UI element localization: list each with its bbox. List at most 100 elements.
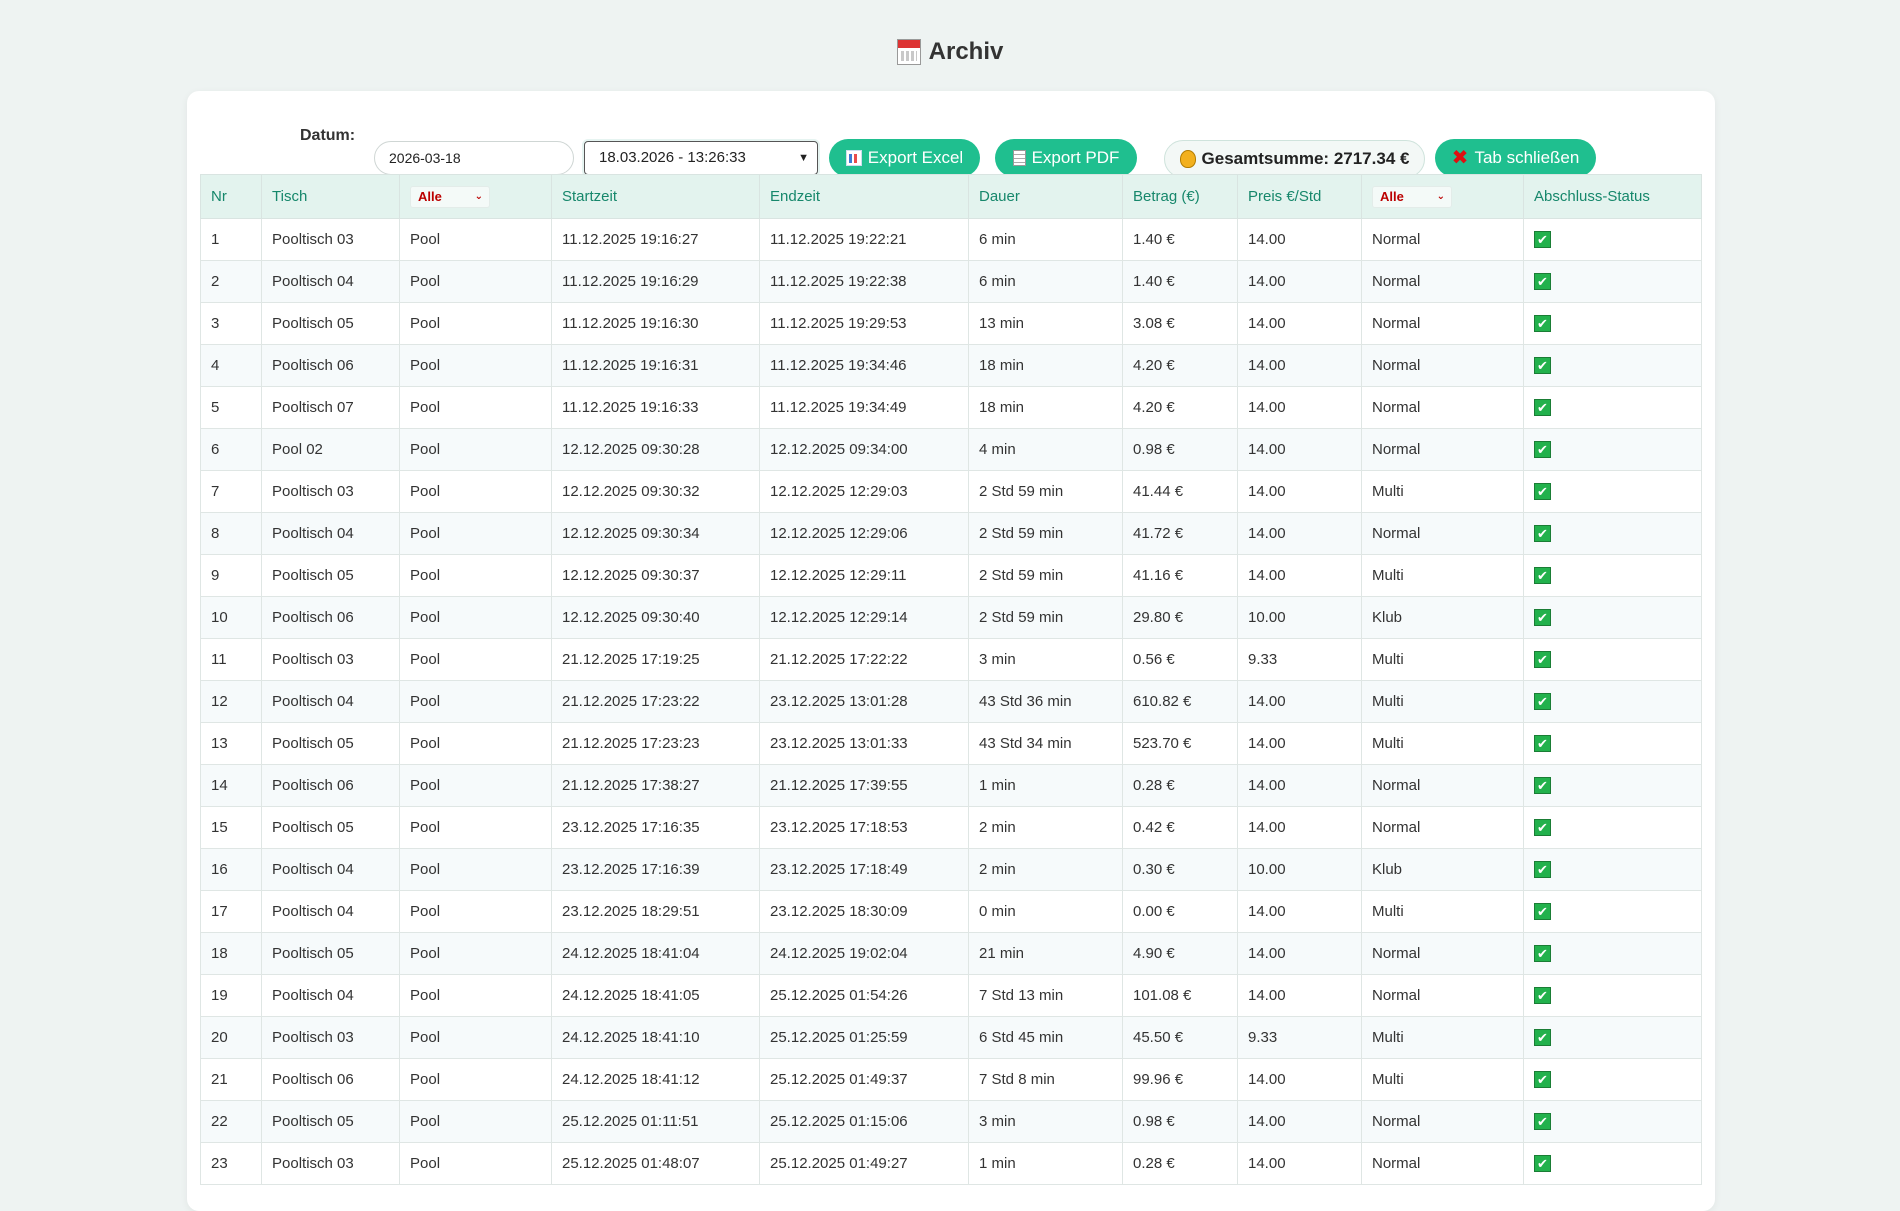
cell-tisch: Pooltisch 04 [261, 260, 400, 303]
cell-typ: Pool [399, 596, 552, 639]
cell-typ: Pool [399, 554, 552, 597]
header-abschluss-status[interactable]: Abschluss-Status [1523, 174, 1702, 219]
cell-nr: 21 [200, 1058, 262, 1101]
checkmark-icon: ✔ [1534, 273, 1551, 290]
cell-modus: Normal [1361, 302, 1524, 345]
cell-abschluss-status: ✔ [1523, 344, 1702, 387]
checkmark-icon: ✔ [1534, 525, 1551, 542]
checkmark-icon: ✔ [1534, 987, 1551, 1004]
cell-nr: 10 [200, 596, 262, 639]
checkmark-icon: ✔ [1534, 567, 1551, 584]
cell-startzeit: 12.12.2025 09:30:34 [551, 512, 760, 555]
cell-startzeit: 23.12.2025 18:29:51 [551, 890, 760, 933]
table-row[interactable]: 2 Pooltisch 04 Pool 11.12.2025 19:16:29 11.1… [200, 260, 1702, 303]
cell-nr: 20 [200, 1016, 262, 1059]
cell-nr: 7 [200, 470, 262, 513]
cell-abschluss-status: ✔ [1523, 1016, 1702, 1059]
cell-startzeit: 23.12.2025 17:16:39 [551, 848, 760, 891]
table-row[interactable]: 15 Pooltisch 05 Pool 23.12.2025 17:16:35 23.… [200, 806, 1702, 849]
cell-betrag: 3.08 € [1122, 302, 1238, 345]
header-mode-filter: Alle ⌄ [1361, 174, 1524, 219]
checkmark-icon: ✔ [1534, 861, 1551, 878]
table-row[interactable]: 12 Pooltisch 04 Pool 21.12.2025 17:23:22 23.… [200, 680, 1702, 723]
session-select-value: 18.03.2026 - 13:26:33 [599, 149, 746, 166]
table-row[interactable]: 11 Pooltisch 03 Pool 21.12.2025 17:19:25 21.… [200, 638, 1702, 681]
session-select[interactable]: 18.03.2026 - 13:26:33 ▼ [584, 141, 818, 175]
cell-startzeit: 23.12.2025 17:16:35 [551, 806, 760, 849]
table-row[interactable]: 4 Pooltisch 06 Pool 11.12.2025 19:16:31 11.1… [200, 344, 1702, 387]
table-row[interactable]: 7 Pooltisch 03 Pool 12.12.2025 09:30:32 12.1… [200, 470, 1702, 513]
cell-endzeit: 12.12.2025 12:29:11 [759, 554, 969, 597]
header-startzeit[interactable]: Startzeit [551, 174, 760, 219]
table-row[interactable]: 9 Pooltisch 05 Pool 12.12.2025 09:30:37 12.1… [200, 554, 1702, 597]
cell-dauer: 13 min [968, 302, 1123, 345]
header-endzeit[interactable]: Endzeit [759, 174, 969, 219]
cell-startzeit: 11.12.2025 19:16:33 [551, 386, 760, 429]
cell-typ: Pool [399, 428, 552, 471]
toolbar: Datum: 2026-03-18 18.03.2026 - 13:26:33 … [187, 115, 1715, 178]
cell-preis: 14.00 [1237, 974, 1362, 1017]
cell-typ: Pool [399, 512, 552, 555]
table-row[interactable]: 5 Pooltisch 07 Pool 11.12.2025 19:16:33 11.1… [200, 386, 1702, 429]
table-row[interactable]: 22 Pooltisch 05 Pool 25.12.2025 01:11:51 25.… [200, 1100, 1702, 1143]
header-dauer[interactable]: Dauer [968, 174, 1123, 219]
table-row[interactable]: 3 Pooltisch 05 Pool 11.12.2025 19:16:30 11.1… [200, 302, 1702, 345]
cell-endzeit: 12.12.2025 12:29:14 [759, 596, 969, 639]
checkmark-icon: ✔ [1534, 399, 1551, 416]
table-row[interactable]: 18 Pooltisch 05 Pool 24.12.2025 18:41:04 24.… [200, 932, 1702, 975]
export-pdf-button[interactable]: Export PDF [995, 139, 1137, 177]
checkmark-icon: ✔ [1534, 819, 1551, 836]
cell-tisch: Pooltisch 04 [261, 890, 400, 933]
cell-nr: 16 [200, 848, 262, 891]
table-row[interactable]: 17 Pooltisch 04 Pool 23.12.2025 18:29:51 23.… [200, 890, 1702, 933]
type-filter-select[interactable]: Alle ⌄ [410, 185, 490, 208]
close-icon: ✖ [1451, 147, 1469, 169]
export-excel-button[interactable]: Export Excel [829, 139, 980, 177]
cell-dauer: 1 min [968, 1142, 1123, 1185]
chevron-down-icon: ⌄ [1436, 190, 1445, 202]
table-row[interactable]: 14 Pooltisch 06 Pool 21.12.2025 17:38:27 21.… [200, 764, 1702, 807]
cell-tisch: Pooltisch 05 [261, 1100, 400, 1143]
cell-dauer: 2 Std 59 min [968, 554, 1123, 597]
chevron-down-icon: ⌄ [474, 190, 483, 202]
cell-typ: Pool [399, 890, 552, 933]
table-row[interactable]: 6 Pool 02 Pool 12.12.2025 09:30:28 12.12.202… [200, 428, 1702, 471]
mode-filter-select[interactable]: Alle ⌄ [1372, 185, 1452, 208]
cell-abschluss-status: ✔ [1523, 596, 1702, 639]
cell-startzeit: 12.12.2025 09:30:37 [551, 554, 760, 597]
date-input[interactable]: 2026-03-18 [374, 141, 574, 175]
header-betrag[interactable]: Betrag (€) [1122, 174, 1238, 219]
cell-modus: Multi [1361, 554, 1524, 597]
cell-preis: 10.00 [1237, 596, 1362, 639]
cell-modus: Klub [1361, 596, 1524, 639]
table-row[interactable]: 23 Pooltisch 03 Pool 25.12.2025 01:48:07 25.… [200, 1142, 1702, 1185]
table-row[interactable]: 1 Pooltisch 03 Pool 11.12.2025 19:16:27 11.1… [200, 218, 1702, 261]
cell-startzeit: 24.12.2025 18:41:05 [551, 974, 760, 1017]
cell-abschluss-status: ✔ [1523, 260, 1702, 303]
header-tisch[interactable]: Tisch [261, 174, 400, 219]
cell-endzeit: 21.12.2025 17:22:22 [759, 638, 969, 681]
table-row[interactable]: 13 Pooltisch 05 Pool 21.12.2025 17:23:23 23.… [200, 722, 1702, 765]
cell-endzeit: 25.12.2025 01:49:37 [759, 1058, 969, 1101]
close-tab-button[interactable]: ✖ Tab schließen [1435, 139, 1596, 177]
table-row[interactable]: 20 Pooltisch 03 Pool 24.12.2025 18:41:10 25.… [200, 1016, 1702, 1059]
cell-abschluss-status: ✔ [1523, 848, 1702, 891]
cell-tisch: Pooltisch 07 [261, 386, 400, 429]
header-nr[interactable]: Nr [200, 174, 262, 219]
cell-preis: 14.00 [1237, 344, 1362, 387]
table-row[interactable]: 19 Pooltisch 04 Pool 24.12.2025 18:41:05 25.… [200, 974, 1702, 1017]
table-row[interactable]: 10 Pooltisch 06 Pool 12.12.2025 09:30:40 12.… [200, 596, 1702, 639]
cell-typ: Pool [399, 470, 552, 513]
table-row[interactable]: 21 Pooltisch 06 Pool 24.12.2025 18:41:12 25.… [200, 1058, 1702, 1101]
cell-nr: 8 [200, 512, 262, 555]
table-row[interactable]: 16 Pooltisch 04 Pool 23.12.2025 17:16:39 23.… [200, 848, 1702, 891]
cell-tisch: Pooltisch 05 [261, 932, 400, 975]
header-preis[interactable]: Preis €/Std [1237, 174, 1362, 219]
cell-endzeit: 23.12.2025 13:01:28 [759, 680, 969, 723]
table-body: 1 Pooltisch 03 Pool 11.12.2025 19:16:27 11.1… [200, 218, 1702, 1185]
table-row[interactable]: 8 Pooltisch 04 Pool 12.12.2025 09:30:34 12.1… [200, 512, 1702, 555]
cell-endzeit: 25.12.2025 01:54:26 [759, 974, 969, 1017]
cell-startzeit: 24.12.2025 18:41:10 [551, 1016, 760, 1059]
cell-betrag: 0.28 € [1122, 764, 1238, 807]
cell-startzeit: 21.12.2025 17:38:27 [551, 764, 760, 807]
